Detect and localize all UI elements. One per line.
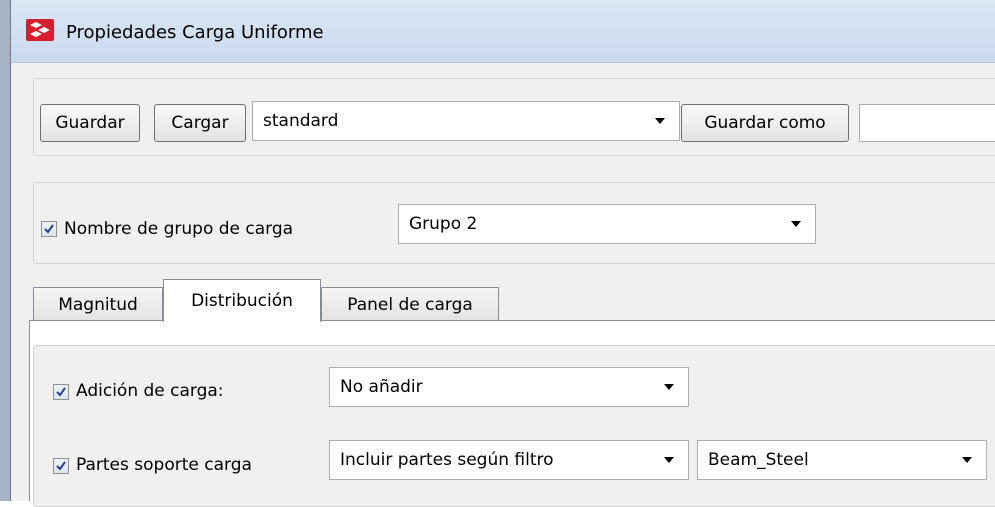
save-button[interactable]: Guardar: [40, 104, 140, 142]
chevron-down-icon: [664, 384, 674, 390]
tab-label: Panel de carga: [347, 294, 473, 315]
bearing-parts-label: Partes soporte carga: [76, 455, 252, 475]
bearing-parts-filter-value: Beam_Steel: [708, 450, 809, 470]
load-group-dropdown-value: Grupo 2: [409, 214, 478, 234]
load-group-checkbox[interactable]: [41, 221, 57, 237]
load-addition-checkbox[interactable]: [53, 384, 69, 400]
tab-label: Magnitud: [58, 294, 138, 315]
background-desktop-strip: [0, 0, 10, 501]
bearing-parts-mode-value: Incluir partes según filtro: [340, 450, 554, 470]
save-as-button[interactable]: Guardar como: [681, 104, 849, 142]
save-as-name-input[interactable]: [859, 104, 995, 142]
preset-dropdown[interactable]: standard: [252, 101, 680, 141]
tab-label: Distribución: [191, 291, 293, 311]
load-button[interactable]: Cargar: [154, 104, 246, 142]
bearing-parts-mode-dropdown[interactable]: Incluir partes según filtro: [329, 440, 689, 480]
bearing-parts-checkbox[interactable]: [53, 458, 69, 474]
load-addition-dropdown-value: No añadir: [340, 377, 423, 397]
chevron-down-icon: [655, 118, 665, 124]
preset-dropdown-value: standard: [263, 111, 339, 131]
app-logo-icon: [26, 19, 54, 41]
tab-distribucion[interactable]: Distribución: [163, 279, 321, 322]
properties-dialog: Propiedades Carga Uniforme Guardar Carga…: [10, 0, 995, 507]
tab-magnitud[interactable]: Magnitud: [33, 287, 163, 321]
tab-panel-de-carga[interactable]: Panel de carga: [321, 287, 499, 321]
load-group-dropdown[interactable]: Grupo 2: [398, 204, 816, 244]
chevron-down-icon: [791, 221, 801, 227]
load-group-label: Nombre de grupo de carga: [64, 219, 294, 239]
load-addition-label: Adición de carga:: [76, 381, 224, 401]
chevron-down-icon: [664, 457, 674, 463]
bearing-parts-filter-dropdown[interactable]: Beam_Steel: [697, 440, 987, 480]
chevron-down-icon: [962, 457, 972, 463]
window-title: Propiedades Carga Uniforme: [66, 22, 324, 43]
title-bar[interactable]: Propiedades Carga Uniforme: [11, 0, 995, 63]
load-addition-dropdown[interactable]: No añadir: [329, 367, 689, 407]
